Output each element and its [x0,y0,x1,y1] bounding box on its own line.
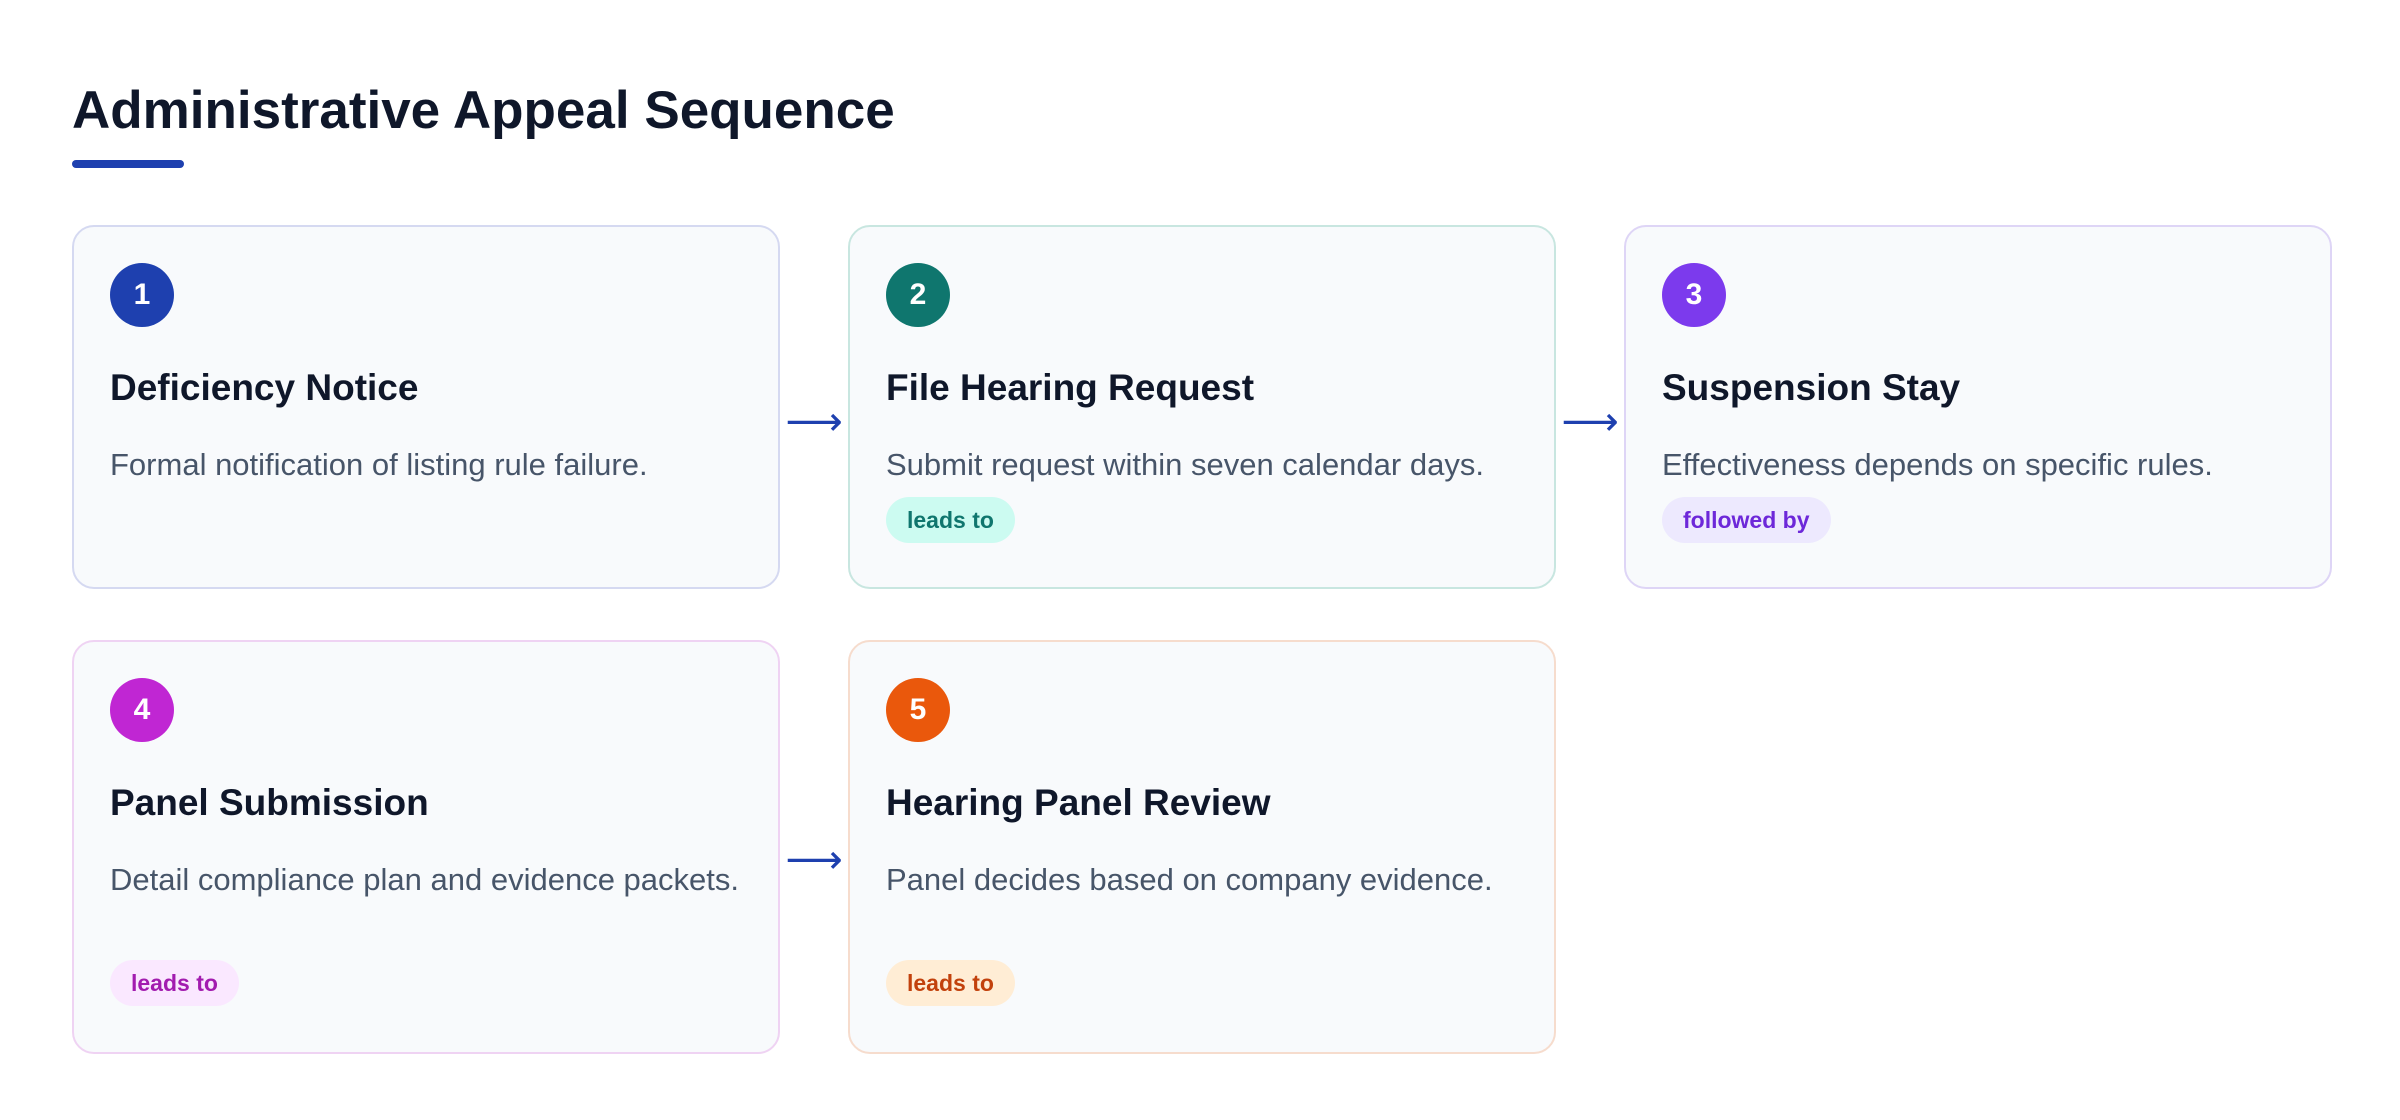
relation-badge: leads to [886,960,1015,1006]
page-title: Administrative Appeal Sequence [72,81,895,140]
title-underline [72,160,184,168]
arrow-right-icon: ⟶ [785,838,843,882]
step-number-badge: 3 [1662,263,1726,327]
step-title: Panel Submission [110,782,429,823]
step-title: Hearing Panel Review [886,782,1271,823]
step-number-badge: 1 [110,263,174,327]
step-title: File Hearing Request [886,367,1255,408]
step-card-hearing-panel-review: 5 Hearing Panel Review Panel decides bas… [848,640,1556,1054]
step-description: Formal notification of listing rule fail… [110,447,648,482]
step-description: Panel decides based on company evidence. [886,862,1493,897]
step-description: Detail compliance plan and evidence pack… [110,862,739,897]
step-title: Deficiency Notice [110,367,419,408]
step-card-suspension-stay: 3 Suspension Stay Effectiveness depends … [1624,225,2332,589]
step-number-badge: 2 [886,263,950,327]
arrow-right-icon: ⟶ [1561,400,1619,444]
relation-badge: leads to [110,960,239,1006]
step-card-panel-submission: 4 Panel Submission Detail compliance pla… [72,640,780,1054]
step-description: Submit request within seven calendar day… [886,447,1484,482]
step-card-deficiency-notice: 1 Deficiency Notice Formal notification … [72,225,780,589]
step-card-file-hearing-request: 2 File Hearing Request Submit request wi… [848,225,1556,589]
step-description: Effectiveness depends on specific rules. [1662,447,2213,482]
step-title: Suspension Stay [1662,367,1961,408]
arrow-right-icon: ⟶ [785,400,843,444]
step-number-badge: 4 [110,678,174,742]
relation-badge: followed by [1662,497,1831,543]
step-number-badge: 5 [886,678,950,742]
relation-badge: leads to [886,497,1015,543]
